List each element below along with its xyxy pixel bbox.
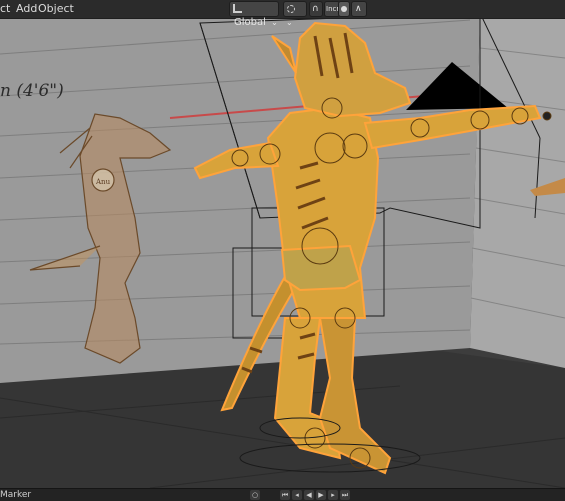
height-reference-label: n (4'6"): [0, 81, 64, 101]
chevron-down-icon: ⌄: [286, 18, 293, 27]
play-icon[interactable]: ▶: [316, 490, 326, 500]
chevron-down-icon: ⌄: [271, 18, 278, 27]
snap-toggle[interactable]: ∩: [309, 1, 323, 17]
viewport-scene: Anu n (4'6"): [0, 18, 565, 488]
proportional-edit-toggle[interactable]: [338, 1, 350, 17]
proportional-edit-icon: [341, 6, 347, 12]
menu-select-partial[interactable]: ct: [0, 2, 10, 16]
jump-start-icon[interactable]: ⏮: [280, 490, 290, 500]
3d-viewport[interactable]: Anu n (4'6"): [0, 18, 565, 488]
pivot-point-icon: [287, 5, 295, 13]
menu-add[interactable]: Add: [16, 2, 37, 16]
jump-end-icon[interactable]: ⏭: [340, 490, 350, 500]
step-back-icon[interactable]: ◂: [292, 490, 302, 500]
menu-object[interactable]: Object: [38, 2, 74, 16]
transform-orientation-dropdown[interactable]: Global ⌄: [229, 1, 279, 28]
keying-icon[interactable]: ○: [250, 490, 260, 500]
falloff-curve-icon: ∧: [355, 4, 362, 14]
step-forward-icon[interactable]: ▸: [328, 490, 338, 500]
orientation-label: Global: [234, 17, 266, 28]
sketch-badge-text: Anu: [95, 178, 111, 186]
pivot-point-dropdown[interactable]: ⌄: [283, 1, 307, 27]
timeline-header: Marker ○ ⏮ ◂ ◀ ▶ ▸ ⏭: [0, 488, 565, 501]
magnet-icon: ∩: [312, 4, 319, 14]
marker-menu[interactable]: Marker: [0, 489, 31, 501]
play-reverse-icon[interactable]: ◀: [304, 490, 314, 500]
proportional-falloff-dropdown[interactable]: ∧: [351, 1, 367, 17]
viewport-header: ct Add Object Global ⌄ ⌄ ∩ Incr ∧: [0, 0, 565, 28]
orientation-axes-icon: [233, 4, 242, 13]
